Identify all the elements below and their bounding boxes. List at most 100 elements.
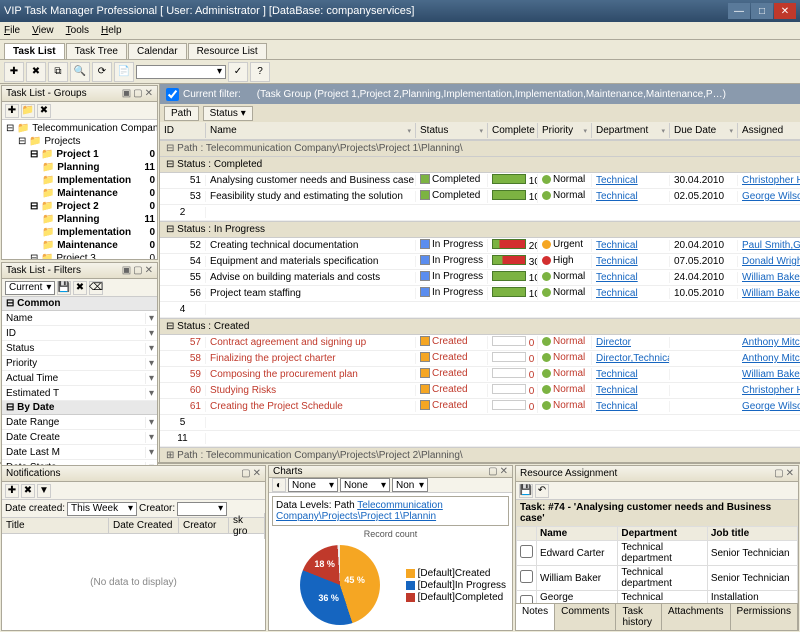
panel-max-icon[interactable]: ▢ <box>133 88 142 99</box>
current-filter-checkbox[interactable] <box>166 88 179 101</box>
filter-row[interactable]: Actual Time▾ <box>2 371 157 386</box>
task-row[interactable]: 52Creating technical documentationIn Pro… <box>160 238 800 254</box>
task-row[interactable]: 55Advise on building materials and costs… <box>160 270 800 286</box>
panel-max-icon[interactable]: ▢ <box>774 468 783 479</box>
filter-row[interactable]: Date Last M▾ <box>2 445 157 460</box>
ra-undo-icon[interactable]: ↶ <box>535 484 549 498</box>
tab-task-list[interactable]: Task List <box>4 43 65 59</box>
menu-view[interactable]: View <box>32 25 54 36</box>
path-group[interactable]: ⊟ Path : Telecommunication Company\Proje… <box>160 140 800 156</box>
notif-new-icon[interactable]: ✚ <box>5 484 19 498</box>
panel-close-icon[interactable]: ✕ <box>500 466 508 477</box>
filter-preset-select[interactable]: Current▾ <box>5 281 55 295</box>
ra-checkbox[interactable] <box>520 595 533 603</box>
chart-select-3[interactable]: Non▾ <box>392 478 428 492</box>
task-grid[interactable]: ⊟ Path : Telecommunication Company\Proje… <box>160 140 800 462</box>
status-group[interactable]: ⊟ Status : Completed <box>160 156 800 173</box>
filter-save-icon[interactable]: 💾 <box>57 281 71 295</box>
task-row[interactable]: 53Feasibility study and estimating the s… <box>160 189 800 205</box>
task-row[interactable]: 57Contract agreement and signing upCreat… <box>160 335 800 351</box>
notif-date-select[interactable]: This Week▾ <box>67 502 137 516</box>
tool-help-icon[interactable]: ? <box>250 62 270 82</box>
filter-row[interactable]: ID▾ <box>2 326 157 341</box>
filter-row[interactable]: Name▾ <box>2 311 157 326</box>
task-row[interactable]: 56Project team staffingIn Progress 100 %… <box>160 286 800 302</box>
menu-file[interactable]: File <box>4 25 20 36</box>
tool-copy-icon[interactable]: ⧉ <box>48 62 68 82</box>
notif-col-creator[interactable]: Creator <box>179 518 229 533</box>
group-by-path[interactable]: Path <box>164 106 199 121</box>
tree-node[interactable]: ⊟ 📁 Project 10 <box>4 148 155 161</box>
tree-node[interactable]: ⊟ 📁 Project 30 <box>4 252 155 259</box>
menu-tools[interactable]: Tools <box>66 25 89 36</box>
filter-group[interactable]: ⊟ Common <box>2 297 157 311</box>
task-row[interactable]: 51Analysing customer needs and Business … <box>160 173 800 189</box>
panel-close-icon[interactable]: ✕ <box>145 88 153 99</box>
ra-row[interactable]: William BakerTechnical departmentSenior … <box>517 566 798 591</box>
status-group[interactable]: ⊟ Status : Created <box>160 318 800 335</box>
tool-doc-icon[interactable]: 📄 <box>114 62 134 82</box>
notif-col-title[interactable]: Title <box>2 518 109 533</box>
tool-zoom-icon[interactable]: 🔍 <box>70 62 90 82</box>
close-button[interactable]: ✕ <box>774 3 796 19</box>
tree-node[interactable]: 📁 Maintenance0 <box>4 239 155 252</box>
tree-folder-icon[interactable]: 📁 <box>21 104 35 118</box>
tree-new-icon[interactable]: ✚ <box>5 104 19 118</box>
panel-close-icon[interactable]: ✕ <box>786 468 794 479</box>
task-row[interactable]: 61Creating the Project ScheduleCreated 0… <box>160 399 800 415</box>
col-id[interactable]: ID <box>160 123 206 138</box>
tree-node[interactable]: 📁 Implementation0 <box>4 174 155 187</box>
tree-del-icon[interactable]: ✖ <box>37 104 51 118</box>
filter-row[interactable]: Estimated T▾ <box>2 386 157 401</box>
tree-node[interactable]: ⊟ 📁 Projects <box>4 135 155 148</box>
panel-close-icon[interactable]: ✕ <box>145 265 153 276</box>
col-department[interactable]: Department▾ <box>592 123 670 138</box>
panel-max-icon[interactable]: ▢ <box>133 265 142 276</box>
tree-node[interactable]: 📁 Maintenance0 <box>4 187 155 200</box>
path-group[interactable]: ⊞ Path : Telecommunication Company\Proje… <box>160 447 800 462</box>
group-tree[interactable]: ⊟ 📁 Telecommunication Company⊟ 📁 Project… <box>2 120 157 259</box>
ra-save-icon[interactable]: 💾 <box>519 484 533 498</box>
chart-select-1[interactable]: None▾ <box>288 478 338 492</box>
col-name[interactable]: Name▾ <box>206 123 416 138</box>
col-due-date[interactable]: Due Date▾ <box>670 123 738 138</box>
notif-filter-icon[interactable]: ▼ <box>37 484 51 498</box>
panel-pin-icon[interactable]: ▣ <box>122 88 131 99</box>
ra-checkbox[interactable] <box>520 570 533 583</box>
tool-dropdown[interactable]: ▾ <box>136 65 226 79</box>
filter-del-icon[interactable]: ✖ <box>73 281 87 295</box>
filter-row[interactable]: Date Range▾ <box>2 415 157 430</box>
tree-node[interactable]: 📁 Implementation0 <box>4 226 155 239</box>
tree-node[interactable]: ⊟ 📁 Project 20 <box>4 200 155 213</box>
filter-clear-icon[interactable]: ⌫ <box>89 281 103 295</box>
panel-pin-icon[interactable]: ▣ <box>122 265 131 276</box>
minimize-button[interactable]: — <box>728 3 750 19</box>
group-by-status[interactable]: Status ▾ <box>203 106 253 121</box>
ra-checkbox[interactable] <box>520 545 533 558</box>
task-row[interactable]: 54Equipment and materials specificationI… <box>160 254 800 270</box>
status-group[interactable]: ⊟ Status : In Progress <box>160 221 800 238</box>
notif-creator-select[interactable]: ▾ <box>177 502 227 516</box>
col-complete[interactable]: Complete <box>488 123 538 138</box>
ra-row[interactable]: George RobinsonTechnical departmentInsta… <box>517 591 798 604</box>
tool-new-icon[interactable]: ✚ <box>4 62 24 82</box>
task-row[interactable]: 58Finalizing the project charterCreated … <box>160 351 800 367</box>
maximize-button[interactable]: □ <box>751 3 773 19</box>
chart-select-2[interactable]: None▾ <box>340 478 390 492</box>
col-status[interactable]: Status▾ <box>416 123 488 138</box>
col-assigned[interactable]: Assigned▾ <box>738 123 800 138</box>
notif-del-icon[interactable]: ✖ <box>21 484 35 498</box>
tab-resource-list[interactable]: Resource List <box>188 43 267 59</box>
task-row[interactable]: 60Studying RisksCreated 0 %NormalTechnic… <box>160 383 800 399</box>
panel-max-icon[interactable]: ▢ <box>241 468 250 479</box>
menu-help[interactable]: Help <box>101 25 122 36</box>
ra-row[interactable]: Edward CarterTechnical departmentSenior … <box>517 541 798 566</box>
ra-table[interactable]: NameDepartmentJob titleEdward CarterTech… <box>516 526 798 603</box>
filter-group[interactable]: ⊟ By Date <box>2 401 157 415</box>
tab-task-tree[interactable]: Task Tree <box>66 43 127 59</box>
filter-row[interactable]: Status▾ <box>2 341 157 356</box>
filter-row[interactable]: Date Create▾ <box>2 430 157 445</box>
tool-del-icon[interactable]: ✖ <box>26 62 46 82</box>
tree-node[interactable]: 📁 Planning11 <box>4 161 155 174</box>
panel-close-icon[interactable]: ✕ <box>253 468 261 479</box>
